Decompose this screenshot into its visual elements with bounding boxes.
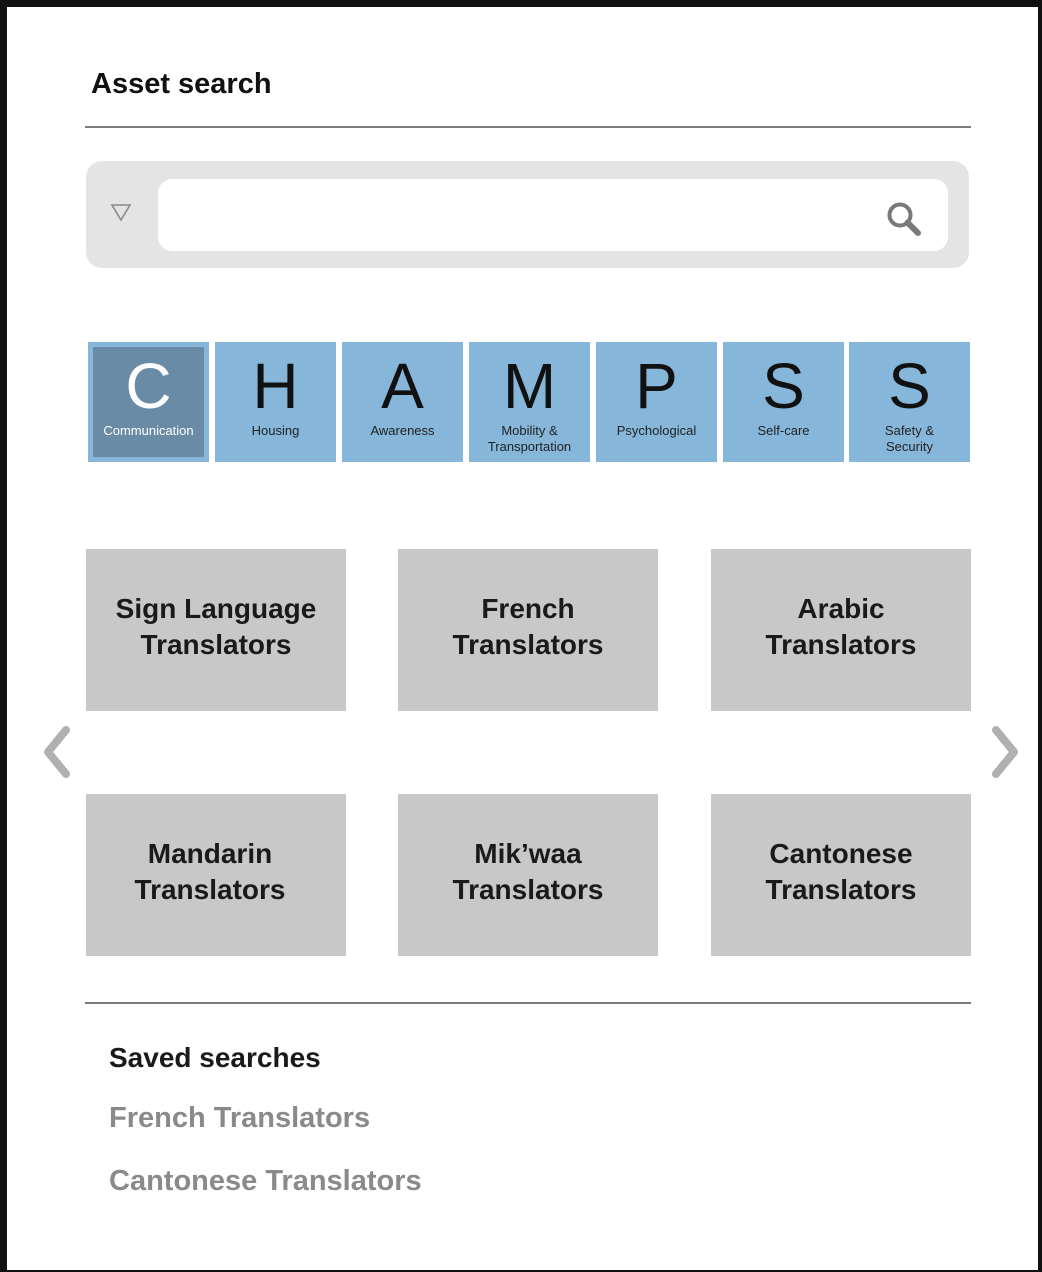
result-tile-label: Mandarin Translators bbox=[134, 838, 286, 905]
category-label: Awareness bbox=[370, 423, 435, 438]
result-tile-label: Mik’waa Translators bbox=[452, 838, 604, 905]
result-tile-label: French Translators bbox=[452, 593, 604, 660]
category-letter: S bbox=[888, 350, 931, 422]
category-tab-self-care[interactable]: S Self-care bbox=[723, 342, 844, 462]
saved-search-item[interactable]: French Translators bbox=[109, 1100, 370, 1136]
category-label: Mobility & Transportation bbox=[487, 423, 572, 454]
result-tile-mikwaa[interactable]: Mik’waa Translators bbox=[398, 794, 658, 956]
chevron-left-icon bbox=[44, 726, 70, 778]
saved-search-item[interactable]: Cantonese Translators bbox=[109, 1163, 422, 1199]
category-letter: M bbox=[502, 350, 557, 422]
carousel-prev-button[interactable] bbox=[40, 724, 74, 780]
saved-searches-heading: Saved searches bbox=[109, 1042, 321, 1073]
result-tile-french[interactable]: French Translators bbox=[398, 549, 658, 711]
filter-dropdown-icon[interactable] bbox=[110, 201, 132, 223]
carousel-next-button[interactable] bbox=[988, 724, 1022, 780]
category-label: Safety & Security bbox=[884, 423, 935, 454]
result-tile-label: Cantonese Translators bbox=[765, 838, 917, 905]
search-icon[interactable] bbox=[884, 199, 926, 241]
category-label: Housing bbox=[251, 423, 300, 438]
category-letter: S bbox=[762, 350, 805, 422]
category-letter: C bbox=[125, 350, 172, 422]
category-tab-housing[interactable]: H Housing bbox=[215, 342, 336, 462]
category-label: Communication bbox=[103, 423, 194, 438]
category-tab-safety[interactable]: S Safety & Security bbox=[849, 342, 970, 462]
saved-divider bbox=[85, 1002, 971, 1004]
result-tile-arabic[interactable]: Arabic Translators bbox=[711, 549, 971, 711]
category-label: Psychological bbox=[616, 423, 697, 438]
result-tile-label: Arabic Translators bbox=[765, 593, 917, 660]
category-tab-psychological[interactable]: P Psychological bbox=[596, 342, 717, 462]
category-tab-mobility[interactable]: M Mobility & Transportation bbox=[469, 342, 590, 462]
result-tile-cantonese[interactable]: Cantonese Translators bbox=[711, 794, 971, 956]
result-tile-label: Sign Language Translators bbox=[115, 593, 317, 660]
title-divider bbox=[85, 126, 971, 128]
result-tile-sign-language[interactable]: Sign Language Translators bbox=[86, 549, 346, 711]
result-tile-mandarin[interactable]: Mandarin Translators bbox=[86, 794, 346, 956]
category-tab-awareness[interactable]: A Awareness bbox=[342, 342, 463, 462]
search-input[interactable] bbox=[158, 179, 948, 251]
category-letter: A bbox=[381, 350, 424, 422]
search-bar bbox=[86, 161, 969, 268]
category-label: Self-care bbox=[757, 423, 810, 438]
category-letter: P bbox=[635, 350, 678, 422]
category-letter: H bbox=[252, 350, 299, 422]
category-tab-communication[interactable]: C Communication bbox=[88, 342, 209, 462]
page-title: Asset search bbox=[91, 68, 272, 100]
category-tabs: C Communication H Housing A Awareness M … bbox=[88, 342, 970, 462]
chevron-right-icon bbox=[992, 726, 1018, 778]
